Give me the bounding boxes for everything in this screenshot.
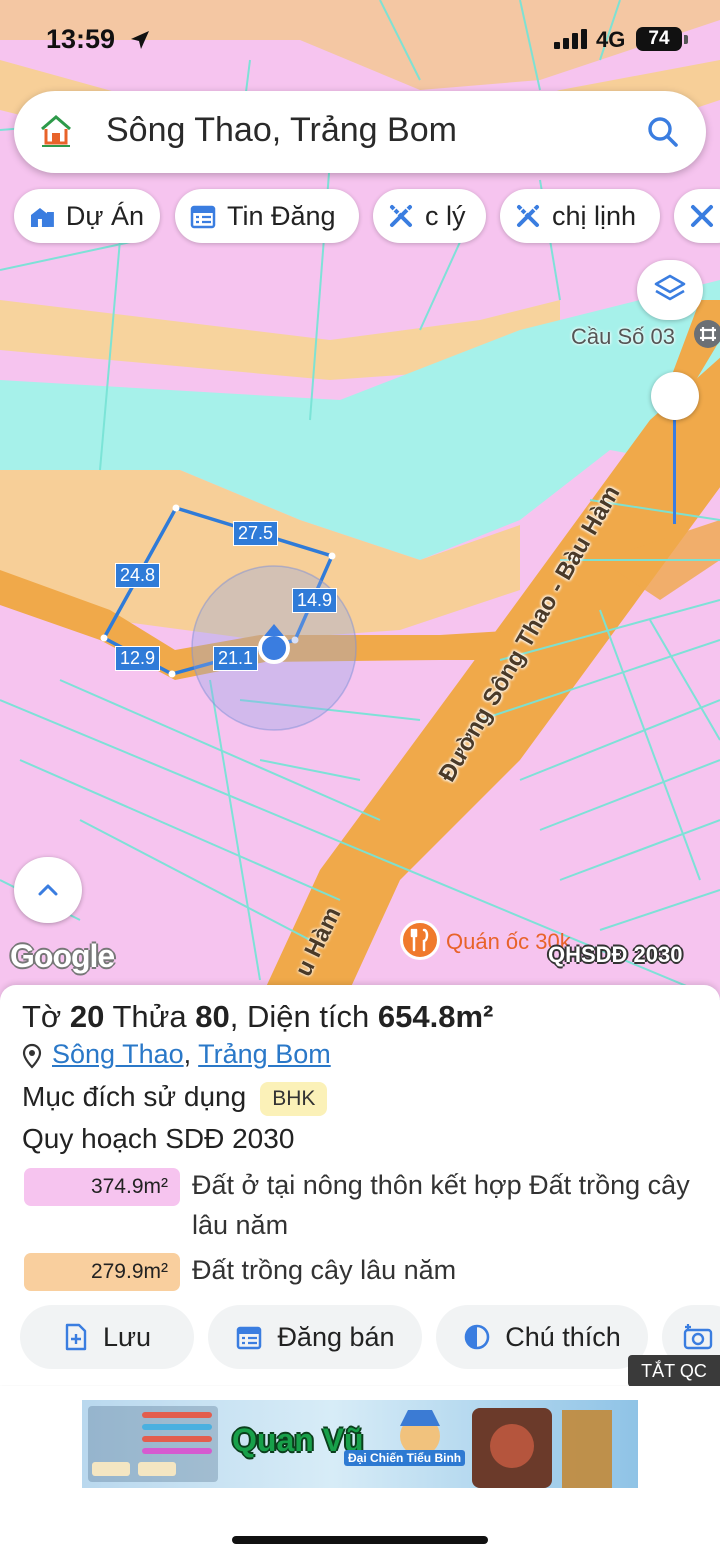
- land-use-description: Đất trồng cây lâu năm: [192, 1255, 457, 1285]
- app-logo-icon: [41, 115, 71, 147]
- chip-chi-linh[interactable]: chị lịnh: [500, 189, 660, 243]
- chevron-up-icon: [38, 884, 58, 896]
- chip-more[interactable]: [674, 189, 720, 243]
- battery-level: 74: [648, 28, 670, 49]
- land-use-row: 279.9m² Đất trồng cây lâu năm: [24, 1253, 714, 1293]
- calendar-list-icon: [237, 1326, 262, 1350]
- ad-banner[interactable]: Quan Vũ Đại Chiến Tiểu Binh: [82, 1400, 638, 1488]
- plot-label: Thửa: [112, 999, 187, 1034]
- edge-length-label: 12.9: [115, 646, 161, 671]
- ad-subtitle: Đại Chiến Tiểu Binh: [344, 1450, 466, 1466]
- land-area-swatch: 279.9m²: [24, 1253, 180, 1291]
- location-separator: ,: [183, 1039, 192, 1069]
- parcel-title: Tờ 20 Thửa 80, Diện tích 654.8m²: [22, 999, 493, 1035]
- ruler-cross-icon: [691, 205, 713, 227]
- bridge-icon[interactable]: [692, 318, 720, 355]
- land-purpose: Mục đích sử dụng BHK: [22, 1081, 328, 1116]
- expand-panel-button[interactable]: [14, 857, 82, 923]
- chip-du-an[interactable]: Dự Án: [14, 189, 160, 243]
- plot-number: 80: [195, 999, 230, 1034]
- land-use-row: 374.9m² Đất ở tại nông thôn kết hợp Đất …: [24, 1168, 714, 1248]
- layers-icon: [654, 274, 686, 301]
- opacity-slider-knob[interactable]: [651, 372, 699, 420]
- chip-label: Tin Đăng: [227, 200, 336, 231]
- status-time: 13:59: [46, 24, 116, 54]
- restaurant-icon[interactable]: [400, 920, 440, 960]
- save-label: Lưu: [102, 1321, 152, 1352]
- home-building-icon: [30, 208, 54, 227]
- chip-c-ly[interactable]: c lý: [373, 189, 486, 243]
- network-type: 4G: [596, 27, 626, 52]
- edge-length-label: 24.8: [115, 563, 161, 588]
- bridge-label: Cầu Số 03: [571, 324, 675, 349]
- plan-tag: QHSDĐ 2030: [548, 942, 683, 967]
- save-button[interactable]: Lưu: [20, 1305, 194, 1369]
- contrast-icon: [464, 1324, 490, 1350]
- action-buttons: Lưu Đăng bán Chú thích: [0, 1305, 720, 1369]
- parcel-location: Sông Thao, Trảng Bom: [22, 1039, 331, 1070]
- add-document-icon: [65, 1323, 87, 1351]
- district-link[interactable]: Trảng Bom: [198, 1039, 331, 1069]
- chip-tin-dang[interactable]: Tin Đăng: [175, 189, 359, 243]
- land-area-swatch: 374.9m²: [24, 1168, 180, 1206]
- layers-button[interactable]: [637, 260, 703, 320]
- legend-button[interactable]: Chú thích: [436, 1305, 648, 1369]
- edge-length-label: 21.1: [213, 646, 259, 671]
- location-arrow-icon: [131, 31, 149, 49]
- plan-title: Quy hoạch SDĐ 2030: [22, 1123, 295, 1154]
- ruler-cross-icon: [517, 205, 539, 227]
- calendar-list-icon: [190, 205, 216, 229]
- post-sale-button[interactable]: Đăng bán: [208, 1305, 422, 1369]
- location-pin-icon: [22, 1043, 42, 1069]
- parcel-info-panel: Tờ 20 Thửa 80, Diện tích 654.8m² Sông Th…: [0, 985, 720, 1385]
- purpose-label: Mục đích sử dụng: [22, 1081, 247, 1112]
- legend-label: Chú thích: [505, 1321, 621, 1352]
- camera-add-icon: [683, 1324, 713, 1350]
- sheet-label: Tờ: [22, 999, 62, 1034]
- ward-link[interactable]: Sông Thao: [52, 1039, 184, 1069]
- google-logo: Google: [10, 938, 115, 974]
- filter-chips: Dự Án Tin Đăng c lý chị lịnh: [14, 189, 720, 245]
- area-value: 654.8m²: [377, 999, 494, 1034]
- ruler-cross-icon: [390, 205, 412, 227]
- my-location-dot: [258, 632, 290, 664]
- ad-area: Quan Vũ Đại Chiến Tiểu Binh: [0, 1386, 720, 1559]
- edge-length-label: 27.5: [233, 521, 279, 546]
- area-label: , Diện tích: [229, 999, 370, 1034]
- chip-label: c lý: [425, 200, 466, 231]
- post-label: Đăng bán: [277, 1321, 395, 1352]
- chip-label: Dự Án: [65, 200, 144, 231]
- chip-label: chị lịnh: [552, 200, 637, 231]
- signal-icon: [554, 29, 587, 49]
- opacity-slider-track[interactable]: [673, 420, 676, 524]
- edge-length-label: 14.9: [292, 588, 338, 613]
- search-bar[interactable]: Sông Thao, Trảng Bom: [14, 91, 706, 173]
- purpose-code-badge: BHK: [260, 1081, 328, 1116]
- land-use-description: Đất ở tại nông thôn kết hợp Đất trồng câ…: [192, 1170, 690, 1240]
- home-indicator[interactable]: [232, 1536, 488, 1544]
- search-icon[interactable]: [646, 115, 680, 149]
- close-ad-button[interactable]: TẮT QC: [628, 1355, 720, 1387]
- battery-icon: 74: [636, 27, 688, 51]
- search-input[interactable]: Sông Thao, Trảng Bom: [106, 111, 457, 150]
- status-bar: 13:59 4G 74: [0, 0, 720, 80]
- sheet-number: 20: [69, 999, 105, 1034]
